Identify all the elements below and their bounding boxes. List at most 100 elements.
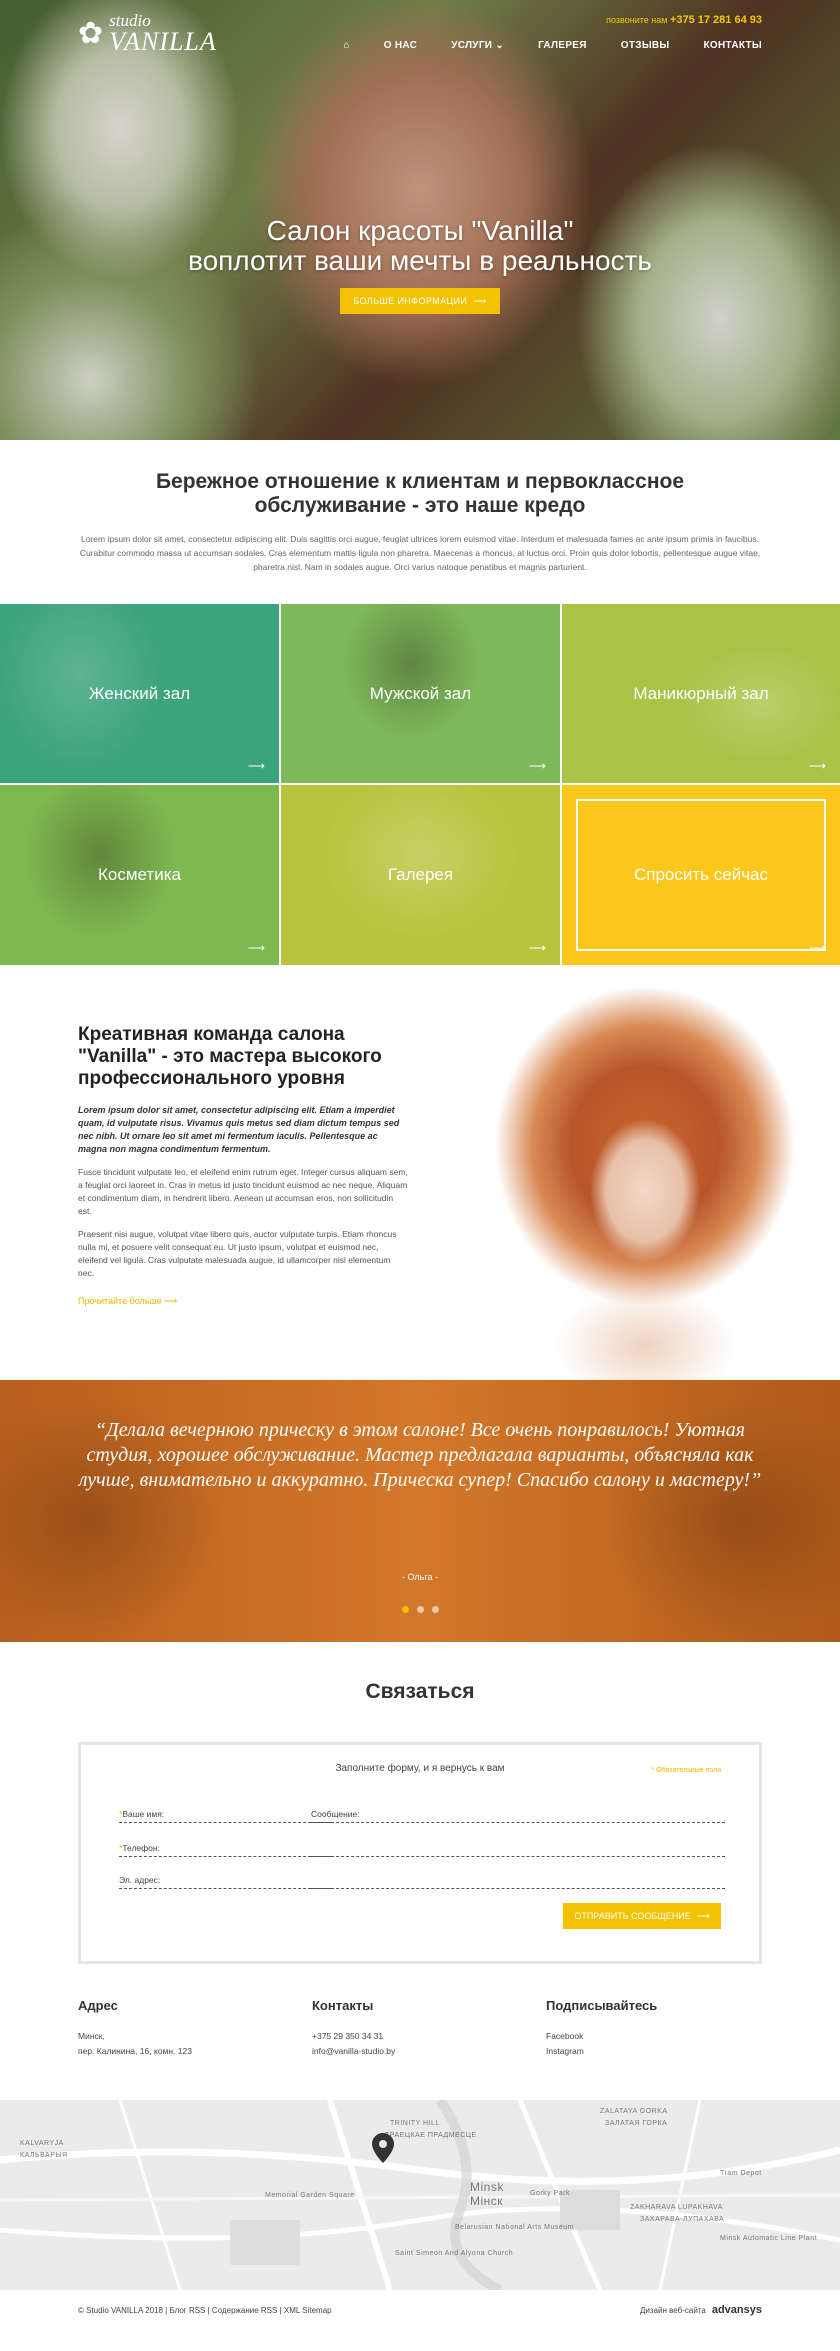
contact-title: Связаться	[365, 1680, 475, 1703]
tile-frame	[576, 799, 826, 951]
tile-womens-hall[interactable]: Женский зал ⟶	[0, 604, 279, 783]
read-more-label: Прочитайте больше	[78, 1296, 162, 1306]
map-label: Minsk	[470, 2180, 504, 2194]
slider-dot[interactable]	[431, 1606, 439, 1613]
tile-mens-hall[interactable]: Мужской зал ⟶	[281, 604, 560, 783]
contacts-column: Контакты +375 29 350 34 31 info@vanilla-…	[312, 1998, 395, 2059]
email-field[interactable]: Эл. адрес:	[119, 1871, 331, 1889]
tile-label: Мужской зал	[369, 683, 472, 703]
contacts-title: Контакты	[312, 1998, 374, 2013]
logo[interactable]: ✿ studio VANILLA	[78, 12, 217, 55]
arrow-right-icon: ⟶	[808, 941, 826, 955]
contacts-phone[interactable]: +375 29 350 34 31	[312, 2029, 395, 2044]
send-message-label: ОТПРАВИТЬ СООБЩЕНИЕ	[574, 1911, 691, 1921]
location-map[interactable]: KALVARYJA КАЛЬВАРЫЯ TRINITY HILL ТРАЕЦКА…	[0, 2100, 840, 2290]
phone-block: позвоните нам +375 17 281 64 93	[606, 14, 762, 26]
services-grid: Женский зал ⟶ Мужской зал ⟶ Маникюрный зал…	[0, 604, 840, 966]
arrow-right-icon: ⟶	[247, 759, 265, 773]
flower-logo-icon: ✿	[78, 16, 104, 50]
slider-dot[interactable]	[416, 1606, 424, 1613]
required-note: * Обязательные поля	[651, 1767, 721, 1774]
hero-section: ✿ studio VANILLA позвоните нам +375 17 2…	[0, 0, 840, 440]
tile-ask-now[interactable]: Спросить сейчас ⟶	[562, 785, 840, 965]
arrow-right-icon: ⟶	[528, 759, 546, 773]
address-line: пер. Калинина, 16, комн. 123	[78, 2046, 192, 2056]
map-label: Saint Simeon And Alyona Church	[395, 2250, 514, 2257]
arrow-right-icon: ⟶	[696, 1910, 710, 1921]
address-title: Адрес	[78, 1998, 118, 2013]
chevron-down-icon: ⌄	[495, 40, 505, 51]
tile-gallery[interactable]: Галерея ⟶	[281, 785, 560, 965]
more-info-button[interactable]: БОЛЬШЕ ИНФОРМАЦИИ ⟶	[340, 288, 500, 314]
nav-about[interactable]: О НАС	[384, 40, 417, 51]
designer-brand: advansys	[711, 2304, 762, 2316]
slider-dot[interactable]	[401, 1606, 409, 1613]
arrow-right-icon: ⟶	[528, 941, 546, 955]
logo-bottom-text: VANILLA	[109, 27, 217, 56]
team-lead: Lorem ipsum dolor sit amet, consectetur …	[78, 1105, 400, 1154]
nav-services-label: УСЛУГИ	[451, 40, 493, 51]
slider-dots	[0, 1606, 840, 1613]
map-label: ZAKHARAVA LUPAKHAVA	[630, 2204, 723, 2211]
map-label: ЗАЛАТАЯ ГОРКА	[605, 2120, 668, 2127]
phone-label: позвоните нам	[606, 15, 668, 25]
tile-label: Косметика	[98, 865, 181, 884]
map-label: КАЛЬВАРЫЯ	[20, 2152, 68, 2159]
team-text: Креативная команда салона "Vanilla" - эт…	[78, 1024, 408, 1309]
phone-field[interactable]: *Телефон:	[119, 1839, 331, 1857]
arrow-right-icon: ⟶	[164, 1296, 178, 1306]
message-line[interactable]	[311, 1871, 725, 1889]
name-field[interactable]: *Ваше имя:	[119, 1805, 331, 1823]
map-label: TRINITY HILL	[390, 2120, 440, 2127]
map-label: Memorial Garden Square	[265, 2192, 355, 2199]
curly-hair-portrait-image	[440, 966, 840, 1380]
map-label: Tram Depot	[720, 2170, 762, 2177]
map-label: ЗАХАРАВА-ЛУПАХАВА	[640, 2216, 725, 2223]
message-label: Сообщение:	[311, 1809, 360, 1819]
arrow-right-icon: ⟶	[808, 759, 826, 773]
arrow-right-icon: ⟶	[247, 941, 265, 955]
testimonial-section: “Делала вечернюю прическу в этом салоне!…	[0, 1380, 840, 1642]
subscribe-title: Подписывайтесь	[546, 1998, 658, 2013]
nav-gallery[interactable]: ГАЛЕРЕЯ	[538, 40, 587, 51]
nav-reviews[interactable]: ОТЗЫВЫ	[621, 40, 670, 51]
name-label: Ваше имя:	[122, 1809, 165, 1819]
address-column: Адрес Минск, пер. Калинина, 16, комн. 12…	[78, 1998, 192, 2059]
arrow-right-icon: ⟶	[473, 295, 487, 306]
subscribe-column: Подписывайтесь Facebook Instagram	[546, 1998, 657, 2059]
home-icon[interactable]: ⌂	[343, 40, 349, 51]
message-line[interactable]	[311, 1839, 725, 1857]
more-info-label: БОЛЬШЕ ИНФОРМАЦИИ	[353, 296, 468, 306]
facebook-link[interactable]: Facebook	[546, 2029, 657, 2044]
map-roads	[0, 2100, 840, 2290]
email-label: Эл. адрес:	[119, 1875, 161, 1885]
team-section: Креативная команда салона "Vanilla" - эт…	[0, 966, 840, 1380]
team-paragraph: Praesent nisi augue, volutpat vitae libe…	[78, 1229, 397, 1278]
message-field[interactable]: Сообщение:	[311, 1805, 725, 1823]
read-more-link[interactable]: Прочитайте больше ⟶	[78, 1296, 177, 1307]
map-label: ZALATAYA GORKA	[600, 2108, 668, 2115]
map-label: Minsk Automatic Line Plant	[720, 2235, 818, 2242]
nav-services[interactable]: УСЛУГИ ⌄	[451, 40, 504, 51]
nav-contacts[interactable]: КОНТАКТЫ	[704, 40, 762, 51]
tile-manicure-hall[interactable]: Маникюрный зал ⟶	[562, 604, 840, 783]
team-paragraph: Fusce tincidunt vulputate leo, et eleife…	[78, 1167, 408, 1216]
tile-cosmetics[interactable]: Косметика ⟶	[0, 785, 279, 965]
instagram-link[interactable]: Instagram	[546, 2044, 657, 2059]
main-nav: ⌂ О НАС УСЛУГИ ⌄ ГАЛЕРЕЯ ОТЗЫВЫ КОНТАКТЫ	[343, 40, 762, 51]
send-message-button[interactable]: ОТПРАВИТЬ СООБЩЕНИЕ ⟶	[563, 1903, 721, 1929]
hero-title-line1: Салон красоты "Vanilla"	[266, 215, 574, 246]
hero-title-line2: воплотит ваши мечты в реальность	[188, 245, 652, 276]
map-label: Мінск	[470, 2194, 504, 2208]
designer-credit[interactable]: Дизайн веб-сайта advansys	[640, 2304, 762, 2316]
contacts-email[interactable]: info@vanilla-studio.by	[312, 2044, 395, 2059]
map-label: Gorky Park	[530, 2190, 571, 2197]
phone-number[interactable]: +375 17 281 64 93	[670, 14, 762, 26]
address-line: Минск,	[78, 2031, 105, 2041]
credo-title: Бережное отношение к клиентам и первокла…	[155, 470, 685, 517]
contact-section: Связаться Заполните форму, и я вернусь к…	[0, 1642, 840, 1994]
tile-label: Женский зал	[88, 683, 191, 703]
hero-title: Салон красоты "Vanilla" воплотит ваши ме…	[0, 216, 840, 276]
map-label: Belarusian National Arts Museum	[455, 2224, 574, 2231]
copyright-text: © Studio VANILLA 2018 | Блог RSS | Содер…	[78, 2306, 332, 2315]
